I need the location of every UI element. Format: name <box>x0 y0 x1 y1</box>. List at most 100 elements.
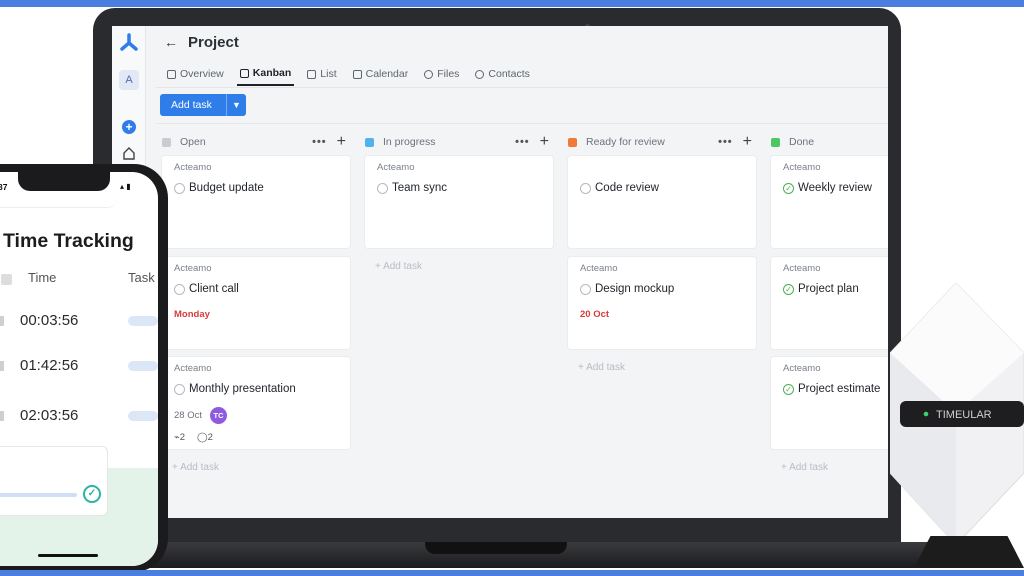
entry-time: 00:03:56 <box>20 312 79 329</box>
overview-icon <box>167 69 176 79</box>
add-task-button[interactable]: Add task ▼ <box>160 94 246 116</box>
device-stand <box>914 536 1024 568</box>
column-title: In progress <box>383 136 436 148</box>
task-card[interactable]: Acteamo Design mockup 20 Oct <box>568 257 756 349</box>
bottom-border <box>0 570 1024 576</box>
card-title: ✓ Project plan <box>783 283 859 295</box>
contacts-icon <box>475 69 485 79</box>
page-title: Project <box>188 33 239 51</box>
card-org: Acteamo <box>783 263 821 274</box>
tab-list[interactable]: List <box>304 62 339 86</box>
checkbox-icon[interactable] <box>580 283 591 295</box>
column-title: Done <box>789 136 815 148</box>
checkbox-icon[interactable] <box>377 182 388 194</box>
checkbox-icon[interactable] <box>174 182 185 194</box>
due-date: Monday <box>174 309 210 320</box>
assignee-avatar[interactable]: TC <box>210 407 227 424</box>
column-ready-for-review: Ready for review ••• + <box>568 132 756 152</box>
chevron-down-icon[interactable]: ▼ <box>226 94 246 116</box>
more-icon[interactable]: ••• <box>718 136 733 148</box>
add-task-label: Add task <box>171 99 212 111</box>
card-title-text: Code review <box>595 182 659 194</box>
entry-time: 02:03:56 <box>20 407 79 424</box>
tab-contacts[interactable]: Contacts <box>472 62 532 86</box>
comment-count-value: 2 <box>207 432 213 443</box>
add-icon[interactable]: + <box>337 133 346 151</box>
more-icon[interactable]: ••• <box>515 136 530 148</box>
card-title-text: Project plan <box>798 283 859 295</box>
card-title: Client call <box>174 283 239 295</box>
card-org: Acteamo <box>377 162 415 173</box>
checked-icon[interactable]: ✓ <box>783 283 794 295</box>
task-card[interactable]: Acteamo ✓ Weekly review <box>771 156 888 248</box>
add-icon[interactable]: + <box>743 133 752 151</box>
column-header-task: Task <box>128 270 155 285</box>
comment-count: ◯2 <box>197 432 213 443</box>
add-icon[interactable]: + <box>540 133 549 151</box>
top-border <box>0 0 1024 7</box>
tab-files[interactable]: Files <box>421 62 462 86</box>
home-icon[interactable] <box>122 146 136 160</box>
row-checkbox[interactable] <box>0 361 4 371</box>
phone-screen: 37 ▴ ▮ Time Tracking Time Task 00:03:56 … <box>0 172 158 566</box>
column-color-dot <box>365 137 374 147</box>
row-checkbox[interactable] <box>0 316 4 326</box>
task-pill <box>128 411 158 421</box>
tab-calendar[interactable]: Calendar <box>350 62 412 86</box>
checked-icon[interactable]: ✓ <box>783 182 794 194</box>
task-card[interactable]: Acteamo Team sync <box>365 156 553 248</box>
card-title: Design mockup <box>580 283 674 295</box>
status-time: 37 <box>0 182 8 192</box>
task-card[interactable]: Code review <box>568 156 756 248</box>
card-title: ✓ Weekly review <box>783 182 872 194</box>
task-card[interactable]: Acteamo ✓ Project plan <box>771 257 888 349</box>
tab-label: List <box>320 68 337 80</box>
back-arrow-icon[interactable]: ← <box>164 34 178 50</box>
task-card[interactable]: Acteamo Budget update <box>162 156 350 248</box>
tab-overview[interactable]: Overview <box>164 62 227 86</box>
timeular-tracker-device: TIMEULAR <box>890 283 1024 545</box>
page-header: ← Project <box>164 30 239 54</box>
card-date-row: 28 Oct TC <box>174 407 227 424</box>
checked-icon[interactable]: ✓ <box>783 383 794 395</box>
files-icon <box>424 69 434 79</box>
create-plus-icon[interactable]: + <box>122 120 136 134</box>
card-title: ✓ Project estimate <box>783 383 880 395</box>
card-org: Acteamo <box>580 263 618 274</box>
checkbox-icon[interactable] <box>174 283 185 295</box>
column-title: Ready for review <box>586 136 665 148</box>
tab-kanban[interactable]: Kanban <box>236 62 295 86</box>
check-circle-icon[interactable]: ✓ <box>83 485 101 503</box>
tab-label: Contacts <box>488 68 530 80</box>
more-icon[interactable]: ••• <box>312 136 327 148</box>
add-task-link[interactable]: + Add task <box>375 261 422 272</box>
phone-entry-card[interactable]: ✓ <box>0 446 108 516</box>
task-card[interactable]: Acteamo ✓ Project estimate <box>771 357 888 449</box>
column-open: Open ••• + <box>162 132 350 152</box>
checkbox-icon[interactable] <box>174 383 185 395</box>
task-card[interactable]: Acteamo Client call Monday <box>162 257 350 349</box>
phone-notch <box>18 172 110 191</box>
attachment-count: ⌁2 <box>174 432 185 443</box>
phone-title: Time Tracking <box>3 230 134 252</box>
wifi-battery-icon: ▴ ▮ <box>120 182 131 191</box>
checkbox-icon[interactable] <box>580 182 591 194</box>
row-checkbox[interactable] <box>0 411 4 421</box>
column-title: Open <box>180 136 206 148</box>
select-all-checkbox[interactable] <box>1 274 12 285</box>
task-card[interactable]: Acteamo Monthly presentation 28 Oct TC ⌁2… <box>162 357 350 449</box>
workspace-avatar[interactable]: A <box>119 70 139 90</box>
view-tabs: Overview Kanban List Calendar Files Cont… <box>164 62 533 88</box>
card-date: 28 Oct <box>174 410 202 421</box>
add-task-link[interactable]: + Add task <box>578 362 625 373</box>
attachment-count-value: 2 <box>179 432 186 443</box>
card-title-text: Team sync <box>392 182 447 194</box>
app-logo-icon[interactable] <box>118 32 140 54</box>
entry-time: 01:42:56 <box>20 357 79 374</box>
phone-top-card <box>0 194 116 208</box>
add-task-link[interactable]: + Add task <box>781 462 828 473</box>
laptop-notch <box>425 542 567 554</box>
add-task-link[interactable]: + Add task <box>172 462 219 473</box>
card-title-text: Weekly review <box>798 182 872 194</box>
column-header: Open ••• + <box>162 132 350 152</box>
